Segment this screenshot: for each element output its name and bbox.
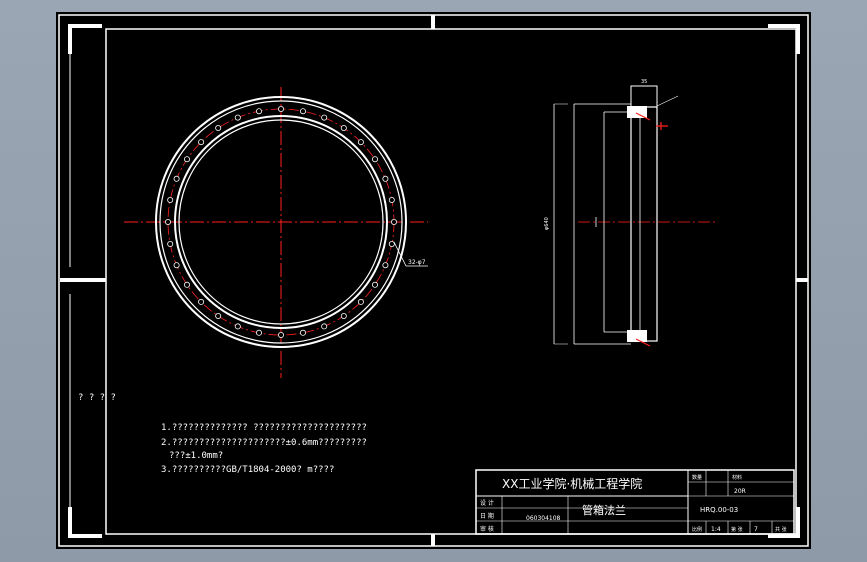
bolt-hole xyxy=(183,281,190,288)
bolt-hole xyxy=(198,298,205,305)
bolt-hole xyxy=(321,323,328,330)
notes-heading: ? ? ? ? xyxy=(78,393,116,403)
student-number: 060304108 xyxy=(526,515,561,522)
bolt-hole xyxy=(371,156,378,163)
bolt-hole xyxy=(234,114,241,121)
bolt-hole xyxy=(255,108,262,115)
section-hatch-bottom xyxy=(627,330,647,342)
bolt-hole xyxy=(371,281,378,288)
note-line-2: 2.?????????????????????±0.6mm????????? xyxy=(161,438,367,448)
designer-label: 设 计 xyxy=(480,499,494,507)
bolt-hole xyxy=(255,329,262,336)
title-block-text: XX工业学院·机械工程学院 管箱法兰 HRQ.00-03 20R 材料 数量 设… xyxy=(480,474,787,533)
drawing-canvas: 32-φ7 φ640 35 ? ? ? ? 1.?????????????? ?… xyxy=(58,14,809,547)
bolt-hole xyxy=(340,312,347,319)
bolt-hole xyxy=(321,114,328,121)
section-leader-top xyxy=(656,95,679,107)
flange-section-view: φ640 35 xyxy=(544,79,716,347)
bolt-hole xyxy=(198,139,205,146)
note-line-4: 3.??????????GB/T1804-2000? m???? xyxy=(161,465,334,475)
bolt-hole-callout: 32-φ7 xyxy=(408,259,426,266)
flange-neck-top xyxy=(630,85,658,108)
bolt-hole xyxy=(183,156,190,163)
quantity-label: 数量 xyxy=(692,474,702,481)
scale-label: 比例 xyxy=(692,526,702,533)
count-label: 共 张 xyxy=(775,526,787,533)
section-hatch-top xyxy=(627,106,647,118)
note-line-3: ???±1.0mm? xyxy=(169,451,223,461)
bolt-hole xyxy=(215,125,222,132)
sheet-label: 第 张 xyxy=(731,526,743,533)
bolt-hole xyxy=(357,298,364,305)
material-value: 20R xyxy=(734,488,746,495)
bolt-hole xyxy=(388,196,395,203)
bolt-hole xyxy=(277,106,284,113)
bolt-hole xyxy=(388,240,395,247)
drawing-sheet: 32-φ7 φ640 35 ? ? ? ? 1.?????????????? ?… xyxy=(56,12,811,549)
bolt-hole xyxy=(173,262,180,269)
technical-notes: ? ? ? ? 1.?????????????? ???????????????… xyxy=(78,393,367,475)
vessel-wall xyxy=(573,103,631,345)
section-dim-top: 35 xyxy=(641,79,647,85)
scale-value: 1:4 xyxy=(711,526,721,533)
material-label: 材料 xyxy=(732,474,742,481)
note-line-1: 1.?????????????? ????????????????????? xyxy=(161,423,367,433)
bolt-hole xyxy=(382,175,389,182)
bolt-hole xyxy=(277,331,284,338)
sheet-value: 7 xyxy=(754,526,758,533)
section-dim-left: φ640 xyxy=(544,217,550,230)
flange-front-view: 32-φ7 xyxy=(124,87,428,378)
flange-body-section xyxy=(630,106,658,342)
bolt-hole xyxy=(357,139,364,146)
part-name: 管箱法兰 xyxy=(582,503,626,517)
bolt-hole xyxy=(167,196,174,203)
bolt-hole xyxy=(299,329,306,336)
institution-name: XX工业学院·机械工程学院 xyxy=(502,476,642,491)
bolt-hole xyxy=(234,323,241,330)
bolt-hole xyxy=(215,312,222,319)
bolt-hole xyxy=(167,240,174,247)
dim-bracket xyxy=(554,103,568,345)
drawing-number: HRQ.00-03 xyxy=(700,506,738,514)
date-label: 日 期 xyxy=(480,512,494,520)
bolt-hole xyxy=(173,175,180,182)
bolt-hole xyxy=(165,218,172,225)
bolt-hole xyxy=(299,108,306,115)
bolt-hole xyxy=(390,218,397,225)
bolt-hole xyxy=(340,125,347,132)
section-red-marks xyxy=(635,112,668,347)
checker-label: 审 核 xyxy=(480,525,494,533)
bolt-hole xyxy=(382,262,389,269)
